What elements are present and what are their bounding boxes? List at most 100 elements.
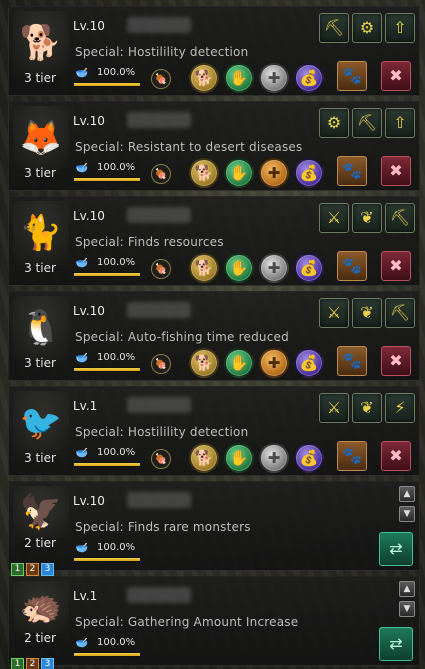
gather-command-icon[interactable]: ✋: [224, 443, 254, 473]
feed-button[interactable]: 🍖: [151, 69, 171, 89]
feed-button[interactable]: 🍖: [151, 164, 171, 184]
pet-skill-icon: ❦: [352, 203, 382, 233]
pet-portrait[interactable]: 🦊: [13, 106, 69, 170]
pet-skill-icon: ⛏: [385, 203, 415, 233]
tier-number-1[interactable]: 1: [11, 563, 24, 576]
pet-portrait[interactable]: 🐦: [13, 391, 69, 455]
pet-name-redacted: [127, 397, 191, 413]
pet-portrait[interactable]: 🐕: [13, 11, 69, 75]
pet-animal-icon: 🐈: [19, 213, 63, 253]
feed-button[interactable]: 🍖: [151, 354, 171, 374]
tier-number-2[interactable]: 2: [26, 658, 39, 669]
compass-command-icon[interactable]: ✚: [259, 443, 289, 473]
loot-command-icon[interactable]: 💰: [294, 348, 324, 378]
tier-number-2[interactable]: 2: [26, 563, 39, 576]
hunger-bar: [73, 272, 141, 277]
hunger-bar: [73, 177, 141, 182]
gift-button[interactable]: ✖: [381, 441, 411, 471]
gather-command-icon[interactable]: ✋: [224, 63, 254, 93]
sun-command-icon[interactable]: ✚: [259, 158, 289, 188]
pet-skill-icon: ⚔: [319, 203, 349, 233]
move-up-button[interactable]: ▲: [399, 486, 415, 502]
hunger-bar-fill: [74, 558, 140, 561]
food-bowl-icon: 🥣: [75, 257, 89, 269]
follow-command-icon[interactable]: 🐕: [189, 443, 219, 473]
swap-button[interactable]: ⇄: [379, 627, 413, 661]
gift-button[interactable]: ✖: [381, 61, 411, 91]
move-up-button[interactable]: ▲: [399, 581, 415, 597]
hunger-bar: [73, 82, 141, 87]
pet-portrait[interactable]: 🦅: [13, 486, 69, 538]
pet-special: Special: Hostilility detection: [75, 45, 249, 59]
pet-animal-icon: 🐦: [19, 403, 63, 443]
food-bowl-icon: 🥣: [75, 637, 89, 649]
compass-command-icon[interactable]: ✚: [259, 253, 289, 283]
gather-command-icon[interactable]: ✋: [224, 348, 254, 378]
pet-level: Lv.10: [73, 114, 105, 128]
tier-number-badges: 123: [11, 563, 54, 576]
loot-command-icon[interactable]: 💰: [294, 253, 324, 283]
follow-command-icon[interactable]: 🐕: [189, 253, 219, 283]
pet-skill-icon: ⛏: [385, 298, 415, 328]
gather-command-icon[interactable]: ✋: [224, 158, 254, 188]
hunger-percent: 100.0%: [97, 162, 136, 173]
loot-command-icon[interactable]: 💰: [294, 443, 324, 473]
compass-command-icon[interactable]: ✚: [259, 63, 289, 93]
pet-name-redacted: [127, 17, 191, 33]
paw-button[interactable]: 🐾: [337, 441, 367, 471]
pet-animal-icon: 🐕: [19, 23, 63, 63]
pet-name-redacted: [127, 112, 191, 128]
hunger-bar: [73, 462, 141, 467]
sun-command-icon[interactable]: ✚: [259, 348, 289, 378]
loot-command-icon[interactable]: 💰: [294, 158, 324, 188]
food-bowl-icon: 🥣: [75, 542, 89, 554]
paw-button[interactable]: 🐾: [337, 251, 367, 281]
tier-number-3[interactable]: 3: [41, 658, 54, 669]
move-down-button[interactable]: ▼: [399, 506, 415, 522]
paw-button[interactable]: 🐾: [337, 346, 367, 376]
hunger-bar-fill: [74, 463, 140, 466]
pet-animal-icon: 🐧: [19, 308, 63, 348]
paw-button[interactable]: 🐾: [337, 156, 367, 186]
pet-row: 🦅 2 tier Lv.10 Special: Finds rare monsters…: [8, 481, 420, 576]
hunger-bar-fill: [74, 83, 140, 86]
follow-command-icon[interactable]: 🐕: [189, 63, 219, 93]
pet-level: Lv.1: [73, 399, 98, 413]
gift-button[interactable]: ✖: [381, 346, 411, 376]
hunger-bar-fill: [74, 178, 140, 181]
pet-animal-icon: 🦔: [19, 587, 63, 627]
pet-name-redacted: [127, 587, 191, 603]
pet-portrait[interactable]: 🦔: [13, 581, 69, 633]
pet-skill-icon: ⚙: [352, 13, 382, 43]
feed-button[interactable]: 🍖: [151, 449, 171, 469]
pet-level: Lv.1: [73, 589, 98, 603]
tier-number-1[interactable]: 1: [11, 658, 24, 669]
gather-command-icon[interactable]: ✋: [224, 253, 254, 283]
pet-special: Special: Resistant to desert diseases: [75, 140, 303, 154]
hunger-bar: [73, 557, 141, 562]
pet-skill-icon: ⚔: [319, 393, 349, 423]
tier-number-3[interactable]: 3: [41, 563, 54, 576]
feed-button[interactable]: 🍖: [151, 259, 171, 279]
food-bowl-icon: 🥣: [75, 67, 89, 79]
follow-command-icon[interactable]: 🐕: [189, 348, 219, 378]
pet-level: Lv.10: [73, 304, 105, 318]
swap-button[interactable]: ⇄: [379, 532, 413, 566]
paw-button[interactable]: 🐾: [337, 61, 367, 91]
hunger-percent: 100.0%: [97, 352, 136, 363]
pet-name-redacted: [127, 302, 191, 318]
hunger-percent: 100.0%: [97, 542, 136, 553]
pet-special: Special: Hostilility detection: [75, 425, 249, 439]
pet-tier: 2 tier: [24, 631, 56, 645]
gift-button[interactable]: ✖: [381, 156, 411, 186]
gift-button[interactable]: ✖: [381, 251, 411, 281]
pet-portrait[interactable]: 🐧: [13, 296, 69, 360]
pet-row: 🐧 3 tier Lv.10 Special: Auto-fishing time r…: [8, 291, 420, 381]
move-down-button[interactable]: ▼: [399, 601, 415, 617]
follow-command-icon[interactable]: 🐕: [189, 158, 219, 188]
loot-command-icon[interactable]: 💰: [294, 63, 324, 93]
pet-tier: 3 tier: [24, 166, 56, 180]
pet-skill-icon: ⚙: [319, 108, 349, 138]
pet-animal-icon: 🦊: [19, 118, 63, 158]
pet-portrait[interactable]: 🐈: [13, 201, 69, 265]
